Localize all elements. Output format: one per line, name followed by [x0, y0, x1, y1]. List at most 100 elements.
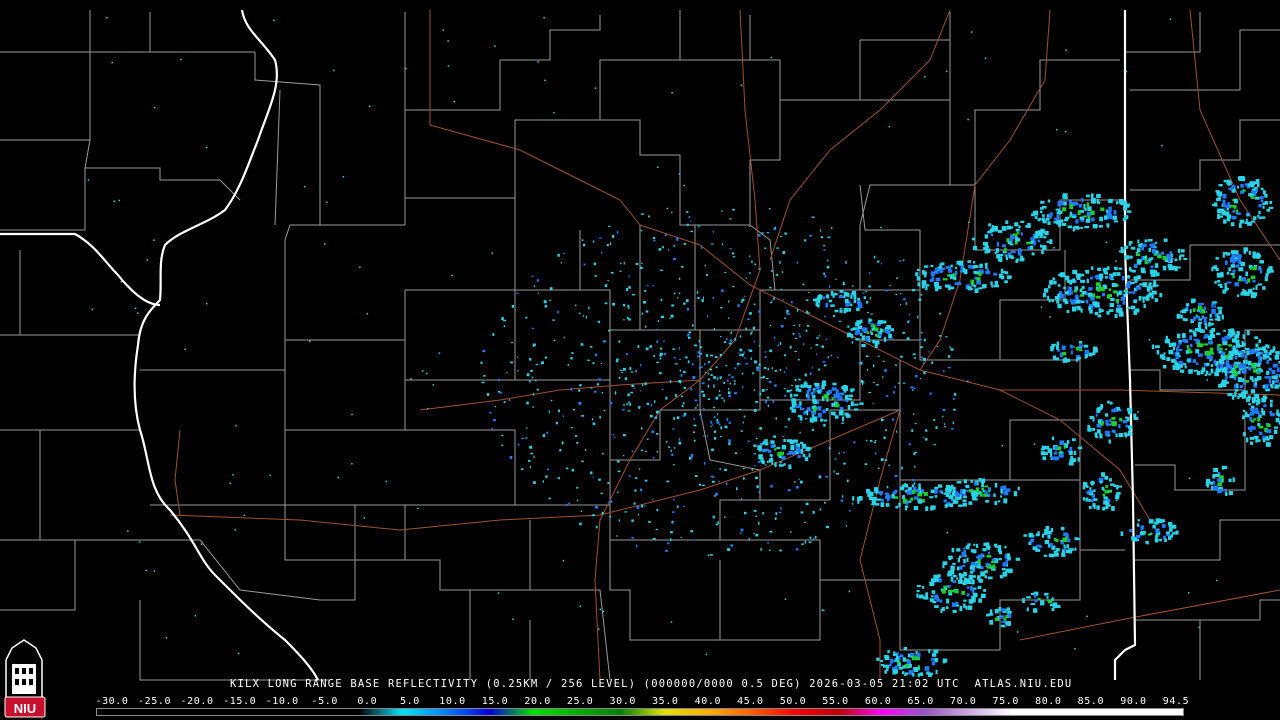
echo-pixel	[87, 179, 90, 181]
echo-pixel	[1168, 266, 1174, 271]
echo-pixel	[660, 347, 663, 350]
echo-pixel	[858, 320, 862, 325]
echo-pixel	[920, 294, 923, 296]
echo-pixel	[608, 329, 610, 332]
echo-pixel	[929, 279, 933, 283]
echo-pixel	[1031, 252, 1035, 256]
echo-pixel	[948, 556, 952, 561]
echo-pixel	[501, 444, 503, 447]
echo-pixel	[706, 274, 708, 276]
echo-pixel	[734, 452, 737, 455]
echo-pixel	[1111, 429, 1115, 433]
echo-pixel	[1136, 248, 1141, 253]
echo-pixel	[1069, 446, 1073, 452]
echo-pixel	[1176, 313, 1181, 319]
echo-pixel	[724, 468, 727, 471]
echo-pixel	[1071, 215, 1077, 219]
echo-pixel	[368, 105, 371, 107]
echo-pixel	[989, 620, 994, 625]
echo-pixel	[833, 470, 835, 473]
echo-pixel	[659, 357, 662, 360]
echo-pixel	[923, 371, 926, 375]
echo-pixel	[1242, 359, 1245, 364]
echo-pixel	[111, 61, 113, 64]
echo-pixel	[517, 370, 519, 372]
echo-pixel	[1228, 478, 1232, 483]
echo-pixel	[739, 348, 743, 352]
echo-pixel	[917, 673, 920, 678]
echo-pixel	[809, 234, 812, 237]
echo-pixel	[137, 312, 139, 314]
echo-pixel	[662, 246, 664, 249]
echo-pixel	[797, 450, 802, 453]
echo-pixel	[759, 454, 763, 460]
echo-pixel	[1234, 282, 1240, 287]
echo-pixel	[939, 312, 941, 315]
echo-pixel	[686, 223, 689, 226]
echo-pixel	[1125, 424, 1129, 428]
echo-pixel	[601, 251, 603, 254]
echo-pixel	[770, 485, 773, 488]
echo-pixel	[815, 344, 819, 346]
echo-pixel	[777, 344, 779, 347]
echo-pixel	[803, 343, 805, 345]
echo-pixel	[1063, 286, 1067, 290]
echo-pixel	[1214, 371, 1219, 377]
echo-pixel	[882, 376, 884, 379]
echo-pixel	[1166, 254, 1170, 259]
echo-pixel	[1259, 351, 1263, 355]
echo-pixel	[598, 237, 602, 239]
echo-pixel	[1028, 532, 1033, 538]
echo-pixel	[598, 478, 601, 481]
colorbar-tick: 5.0	[399, 696, 420, 707]
echo-pixel	[134, 307, 137, 310]
echo-pixel	[595, 526, 598, 529]
echo-pixel	[583, 243, 586, 247]
echo-pixel	[531, 275, 534, 277]
echo-pixel	[765, 400, 768, 404]
echo-pixel	[1067, 225, 1073, 229]
echo-pixel	[1271, 375, 1275, 379]
echo-pixel	[1106, 294, 1111, 299]
echo-pixel	[734, 367, 737, 370]
echo-pixel	[602, 610, 605, 613]
echo-pixel	[682, 402, 685, 405]
echo-pixel	[607, 482, 610, 485]
echo-pixel	[1034, 593, 1037, 598]
echo-pixel	[656, 509, 659, 511]
echo-pixel	[558, 409, 560, 413]
echo-pixel	[1264, 201, 1268, 205]
echo-pixel	[683, 386, 686, 390]
echo-pixel	[773, 297, 775, 300]
echo-pixel	[795, 385, 800, 388]
echo-pixel	[1041, 214, 1045, 217]
echo-pixel	[1175, 530, 1179, 535]
echo-pixel	[1093, 348, 1098, 353]
echo-pixel	[668, 446, 671, 448]
echo-pixel	[628, 286, 631, 289]
echo-pixel	[694, 344, 698, 347]
echo-pixel	[811, 428, 814, 431]
echo-pixel	[963, 603, 966, 608]
echo-pixel	[860, 332, 863, 336]
echo-pixel	[748, 225, 750, 227]
echo-pixel	[1055, 208, 1061, 211]
echo-pixel	[511, 342, 514, 344]
echo-pixel	[1255, 399, 1259, 403]
echo-pixel	[737, 365, 739, 367]
echo-pixel	[799, 335, 802, 338]
echo-pixel	[721, 397, 724, 399]
echo-pixel	[790, 531, 792, 533]
echo-pixel	[753, 409, 757, 412]
echo-pixel	[800, 511, 804, 514]
echo-pixel	[1153, 279, 1157, 285]
echo-pixel	[811, 398, 817, 402]
echo-pixel	[1075, 273, 1081, 278]
echo-pixel	[1099, 278, 1102, 282]
echo-pixel	[953, 408, 956, 411]
echo-pixel	[862, 292, 865, 294]
echo-pixel	[153, 570, 156, 572]
echo-pixel	[1266, 359, 1269, 365]
echo-pixel	[978, 598, 982, 603]
echo-pixel	[880, 458, 884, 461]
